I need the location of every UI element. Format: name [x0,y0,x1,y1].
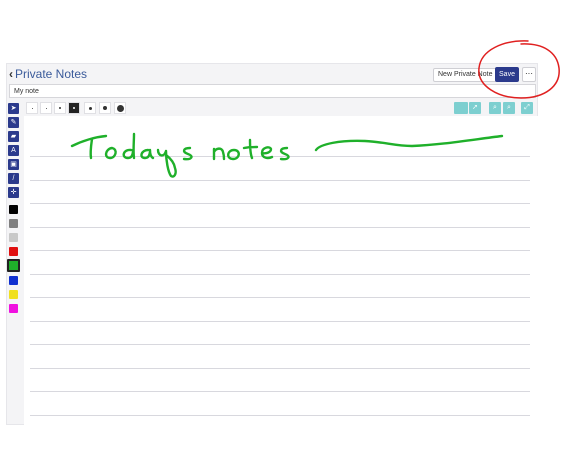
fullscreen-icon[interactable]: ⤢ [521,102,533,114]
ruled-line [30,368,530,369]
ruled-line [30,250,530,251]
ruled-line [30,344,530,345]
color-swatch-green[interactable] [7,259,20,272]
pen-size-xlarge[interactable] [84,102,96,114]
redo-icon[interactable]: ➚ [469,102,481,114]
color-swatch-gray[interactable] [9,219,18,228]
line-icon[interactable]: / [8,173,19,184]
ruled-line [30,203,530,204]
pen-size-large[interactable] [68,102,80,114]
toolbar: ➚ ⌕ ⌕ ⤢ [7,101,537,117]
pen-size-tiny[interactable] [26,102,38,114]
header: ‹ Private Notes New Private Note Save ··… [7,64,537,84]
color-swatch-red[interactable] [9,247,18,256]
color-swatch-black[interactable] [9,205,18,214]
back-link[interactable]: ‹ Private Notes [9,67,87,81]
move-icon[interactable]: ✛ [8,187,19,198]
color-swatch-magenta[interactable] [9,304,18,313]
undo-icon[interactable] [454,102,468,114]
new-private-note-button[interactable]: New Private Note [433,68,498,82]
pencil-icon[interactable]: ✎ [8,117,19,128]
drawing-canvas[interactable] [24,116,538,425]
ruled-line [30,180,530,181]
save-button[interactable]: Save [495,67,519,82]
zoom-in-icon[interactable]: ⌕ [489,102,501,114]
pen-size-medium[interactable] [54,102,66,114]
pen-size-small[interactable] [40,102,52,114]
ruled-line [30,227,530,228]
image-icon[interactable]: ▣ [8,159,19,170]
ruled-line [30,274,530,275]
back-label: Private Notes [15,67,88,81]
color-swatch-blue[interactable] [9,276,18,285]
chevron-left-icon: ‹ [9,67,13,81]
notes-app: ‹ Private Notes New Private Note Save ··… [6,63,538,425]
eraser-icon[interactable]: ▰ [8,131,19,142]
ruled-line [30,391,530,392]
ruled-line [30,415,530,416]
pointer-icon[interactable]: ➤ [8,103,19,114]
text-icon[interactable]: A [8,145,19,156]
ruled-line [30,297,530,298]
color-swatch-light-gray[interactable] [9,233,18,242]
pen-size-huge[interactable] [114,102,126,114]
pen-size-xxlarge[interactable] [99,102,111,114]
more-options-button[interactable]: ··· [522,67,536,82]
ruled-line [30,321,530,322]
zoom-out-icon[interactable]: ⌕ [503,102,515,114]
note-title-input[interactable] [9,84,536,98]
color-swatch-yellow[interactable] [9,290,18,299]
ruled-line [30,156,530,157]
